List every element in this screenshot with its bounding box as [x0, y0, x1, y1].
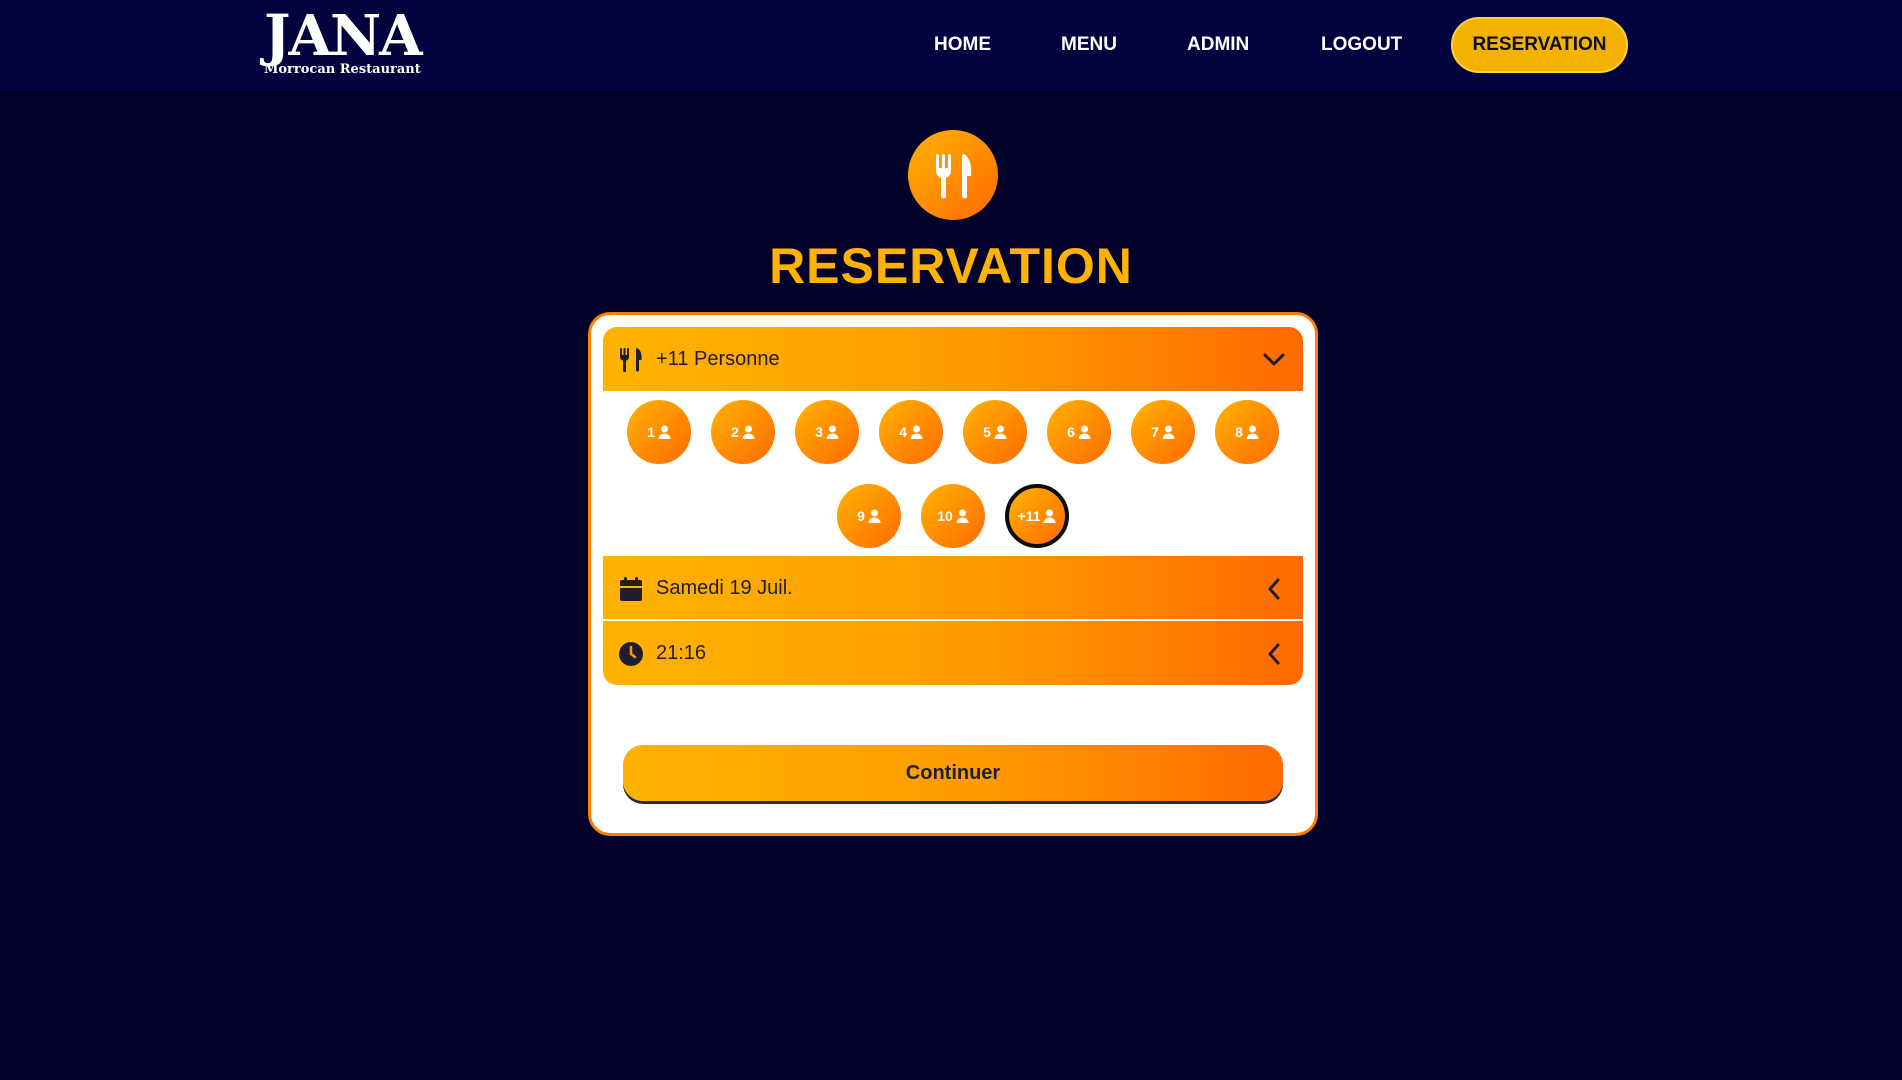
party-option-1[interactable]: 1 [627, 400, 691, 464]
nav-logout-link[interactable]: LOGOUT [1321, 33, 1402, 57]
party-option-number: 1 [647, 424, 655, 440]
party-option-number: 9 [857, 508, 865, 524]
party-option-6[interactable]: 6 [1047, 400, 1111, 464]
time-value: 21:16 [656, 642, 707, 664]
nav-reservation-button[interactable]: RESERVATION [1451, 17, 1628, 73]
party-option-number: 4 [899, 424, 907, 440]
party-option-10[interactable]: 10 [921, 484, 985, 548]
party-size-value: +11 Personne [656, 348, 780, 370]
utensils-icon [908, 130, 998, 220]
user-icon [658, 425, 671, 439]
party-option-number: 8 [1235, 424, 1243, 440]
chevron-left-icon[interactable] [1261, 641, 1287, 667]
nav-home-link[interactable]: HOME [934, 33, 991, 57]
chevron-down-icon[interactable] [1261, 347, 1287, 373]
party-option-4[interactable]: 4 [879, 400, 943, 464]
party-option-number: 3 [815, 424, 823, 440]
user-icon [1162, 425, 1175, 439]
party-option-2[interactable]: 2 [711, 400, 775, 464]
brand-subtitle: Morrocan Restaurant [264, 62, 421, 77]
party-option-number: 6 [1067, 424, 1075, 440]
page-title: RESERVATION [769, 238, 1133, 294]
party-option-9[interactable]: 9 [837, 484, 901, 548]
party-option-11-plus[interactable]: +11 [1005, 484, 1069, 548]
user-icon [826, 425, 839, 439]
brand-logo[interactable]: JANA Morrocan Restaurant [264, 6, 423, 80]
party-option-number: 10 [937, 508, 953, 524]
party-option-number: +11 [1017, 508, 1041, 524]
party-option-number: 2 [731, 424, 739, 440]
chevron-left-icon[interactable] [1261, 576, 1287, 602]
user-icon [994, 425, 1007, 439]
user-icon [868, 509, 881, 523]
calendar-icon [618, 576, 644, 602]
user-icon [956, 509, 969, 523]
utensils-icon [618, 347, 644, 373]
top-navbar: JANA Morrocan Restaurant HOME MENU ADMIN… [0, 0, 1902, 90]
party-option-number: 5 [983, 424, 991, 440]
clock-icon [618, 641, 644, 667]
brand-name: JANA [264, 3, 423, 69]
nav-admin-link[interactable]: ADMIN [1187, 33, 1249, 57]
time-selector[interactable]: 21:16 [603, 621, 1303, 685]
user-icon [1246, 425, 1259, 439]
nav-menu-link[interactable]: MENU [1061, 33, 1117, 57]
user-icon [1078, 425, 1091, 439]
continue-button[interactable]: Continuer [623, 745, 1283, 801]
party-option-7[interactable]: 7 [1131, 400, 1195, 464]
party-option-5[interactable]: 5 [963, 400, 1027, 464]
date-selector[interactable]: Samedi 19 Juil. [603, 556, 1303, 620]
date-value: Samedi 19 Juil. [656, 577, 793, 599]
user-icon [910, 425, 923, 439]
party-option-3[interactable]: 3 [795, 400, 859, 464]
user-icon [742, 425, 755, 439]
party-option-8[interactable]: 8 [1215, 400, 1279, 464]
party-size-selector[interactable]: +11 Personne [603, 327, 1303, 391]
party-option-number: 7 [1151, 424, 1159, 440]
user-icon [1043, 509, 1056, 523]
